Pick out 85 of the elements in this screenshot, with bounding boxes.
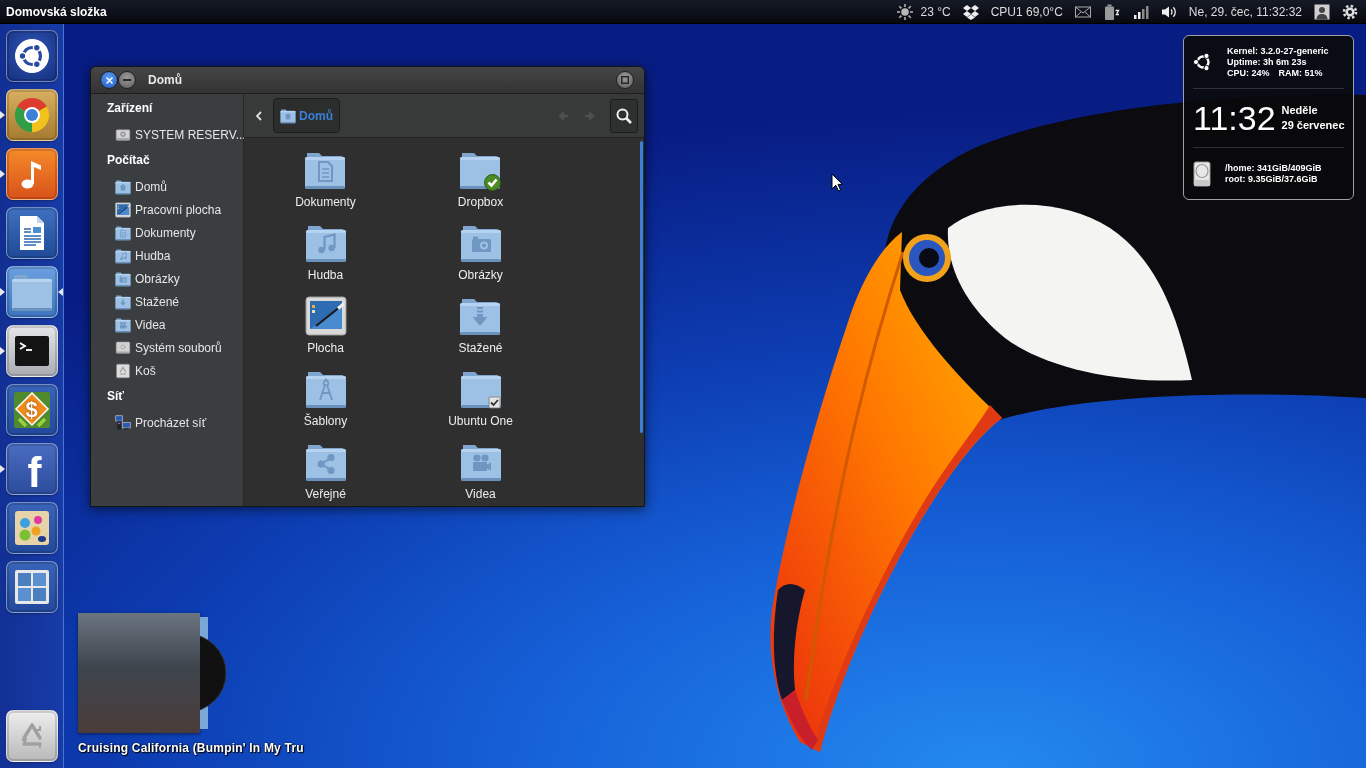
track-title: Cruising California (Bumpin' In My Tru: [78, 741, 304, 756]
close-button[interactable]: [100, 71, 118, 89]
music-folder-icon: [115, 247, 131, 264]
folder-icon: [11, 272, 52, 312]
file-item[interactable]: Stažené: [458, 295, 503, 356]
system-info-text: Kernel: 3.2.0-27-generic: [1227, 45, 1329, 57]
date-text: 29 červenec: [1281, 118, 1345, 133]
sidebar-item[interactable]: Stažené: [115, 290, 180, 313]
drive-icon: [115, 126, 131, 143]
ram-usage-text: RAM: 51%: [1278, 67, 1323, 79]
file-item[interactable]: Plocha: [304, 295, 347, 356]
file-item[interactable]: Obrázky: [458, 222, 503, 283]
scrollbar[interactable]: [640, 141, 643, 433]
search-button[interactable]: [610, 98, 638, 133]
hard-drive-icon: [1193, 160, 1211, 187]
file-item[interactable]: Dokumenty: [295, 149, 356, 210]
sidebar-item[interactable]: Dokumenty: [115, 221, 196, 244]
file-item[interactable]: Dropbox: [457, 149, 504, 210]
sidebar-item[interactable]: SYSTEM RESERV...: [115, 123, 246, 146]
sidebar-item[interactable]: Systém souborů: [115, 336, 222, 359]
launcher-button[interactable]: [5, 710, 58, 762]
launcher-button[interactable]: [5, 207, 58, 259]
file-item[interactable]: Veřejné: [304, 441, 347, 502]
sidebar-item[interactable]: Procházet síť: [115, 411, 207, 434]
cpu-indicator[interactable]: CPU1 69,0°C: [990, 4, 1063, 19]
sidebar-item[interactable]: Hudba: [115, 244, 171, 267]
disk-usage-text: root: 9.35GiB/37.6GiB: [1225, 173, 1319, 185]
launcher-button[interactable]: [5, 325, 58, 377]
minimize-icon: [123, 79, 131, 81]
file-item[interactable]: Šablony: [303, 368, 348, 429]
home-folder-icon: [280, 107, 296, 124]
disk-usage-text: /home: 341GiB/409GiB: [1225, 162, 1322, 174]
diamond-icon: [11, 390, 52, 430]
chevron-left-icon[interactable]: [256, 110, 262, 121]
launcher-button[interactable]: [5, 89, 58, 141]
launcher-button[interactable]: [5, 30, 58, 82]
camera-folder-icon: [115, 270, 131, 287]
sidebar-item[interactable]: Videa: [115, 313, 166, 336]
ubuntu-logo-icon: [1193, 52, 1213, 72]
box-icon[interactable]: [962, 3, 979, 20]
signal-icon[interactable]: [1132, 3, 1149, 20]
maximize-button[interactable]: [616, 71, 634, 89]
window-title: Domů: [148, 73, 182, 87]
sun-icon: [897, 3, 914, 20]
file-item[interactable]: Hudba: [304, 222, 347, 283]
launcher-button[interactable]: [5, 148, 58, 200]
settings-icon[interactable]: [1342, 3, 1358, 20]
desktop-screen-icon: [115, 201, 131, 218]
launcher-button[interactable]: [5, 502, 58, 554]
sidebar-item[interactable]: Pracovní plocha: [115, 198, 222, 221]
weekday-text: Neděle: [1281, 103, 1319, 118]
home-folder-icon: [115, 178, 131, 195]
envelope-icon[interactable]: [1074, 3, 1091, 20]
launcher-button[interactable]: f: [5, 443, 58, 495]
sidebar-item[interactable]: Domů: [115, 175, 167, 198]
sidebar-heading: Zařízení: [107, 100, 153, 117]
launcher-button[interactable]: [5, 266, 58, 318]
app-title: Domovská složka: [6, 4, 107, 19]
clock-time: 11:32: [1193, 101, 1276, 135]
launcher-button[interactable]: [5, 561, 58, 613]
user-icon[interactable]: [1314, 3, 1330, 20]
trash-icon: [115, 362, 131, 379]
search-icon: [616, 107, 632, 124]
document-folder-icon: [115, 224, 131, 241]
cursor-icon: [831, 173, 843, 192]
sidebar-item[interactable]: Koš: [115, 359, 156, 382]
weather-indicator[interactable]: 23 °C: [897, 3, 951, 20]
file-item[interactable]: Videa: [459, 441, 502, 502]
maximize-icon: [621, 76, 629, 84]
sidebar-item[interactable]: Obrázky: [115, 267, 180, 290]
vinyl-disc-icon: [200, 617, 227, 729]
close-icon: [105, 76, 113, 84]
file-item[interactable]: Ubuntu One: [448, 368, 513, 429]
cpu-usage-text: CPU: 24%: [1227, 67, 1270, 79]
drive-icon: [115, 339, 131, 356]
download-folder-icon: [115, 293, 131, 310]
battery-icon[interactable]: [1102, 3, 1121, 20]
clock-indicator[interactable]: Ne, 29. čec, 11:32:32: [1188, 4, 1302, 19]
system-info-text: Uptime: 3h 6m 23s: [1227, 56, 1308, 68]
computers-icon: [115, 414, 131, 431]
sidebar-heading: Síť: [107, 388, 125, 405]
desktop-screen-icon: [304, 295, 347, 337]
video-camera-folder-icon: [115, 316, 131, 333]
sidebar-heading: Počítač: [107, 152, 150, 169]
minimize-button[interactable]: [118, 71, 136, 89]
